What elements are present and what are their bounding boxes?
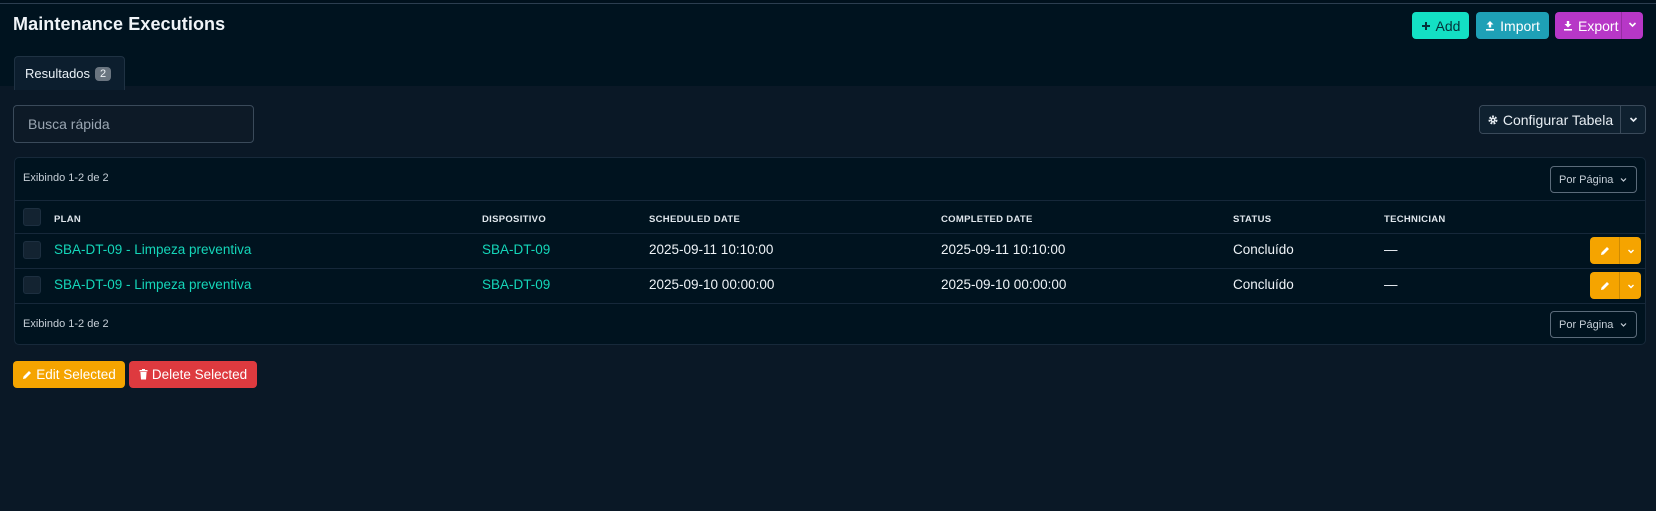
column-header-completed-date[interactable]: COMPLETED DATE <box>941 214 1033 225</box>
plan-link[interactable]: SBA-DT-09 - Limpeza preventiva <box>54 277 251 292</box>
pencil-icon <box>23 370 32 379</box>
divider <box>15 200 1645 201</box>
chevron-down-icon <box>1627 284 1634 288</box>
column-header-status[interactable]: STATUS <box>1233 214 1271 225</box>
chevron-down-icon <box>1620 323 1627 327</box>
edit-selected-button[interactable]: Edit Selected <box>13 361 125 388</box>
column-header-device[interactable]: DISPOSITIVO <box>482 214 546 225</box>
technician-text: — <box>1384 277 1398 292</box>
row-actions <box>1590 237 1641 264</box>
export-button-label: Export <box>1578 17 1619 34</box>
divider <box>15 268 1645 269</box>
per-page-select-top[interactable]: Por Página <box>1550 166 1637 193</box>
export-button[interactable]: Export <box>1555 12 1643 39</box>
pagination-info-bottom: Exibindo 1-2 de 2 <box>23 318 109 330</box>
row-actions-dropdown[interactable] <box>1620 247 1641 255</box>
status-text: Concluído <box>1233 277 1294 292</box>
result-count-badge: 2 <box>95 66 112 81</box>
search-input[interactable] <box>13 105 254 143</box>
delete-selected-label: Delete Selected <box>151 367 248 382</box>
completed-date: 2025-09-10 00:00:00 <box>941 277 1067 292</box>
column-header-technician[interactable]: TECHNICIAN <box>1384 214 1446 225</box>
upload-icon <box>1486 21 1495 31</box>
column-header-plan[interactable]: PLAN <box>54 214 81 225</box>
download-icon <box>1564 21 1572 31</box>
scheduled-date: 2025-09-11 10:10:00 <box>649 242 774 257</box>
pencil-icon <box>1600 246 1609 255</box>
delete-selected-button[interactable]: Delete Selected <box>129 361 257 388</box>
row-edit-button[interactable] <box>1590 281 1619 291</box>
divider <box>15 233 1645 234</box>
pagination-info-top: Exibindo 1-2 de 2 <box>23 172 109 184</box>
export-divider <box>1621 12 1622 39</box>
row-edit-button[interactable] <box>1590 246 1619 256</box>
chevron-down-icon <box>1629 117 1637 123</box>
per-page-label: Por Página <box>1559 318 1614 331</box>
status-text: Concluído <box>1233 242 1294 257</box>
add-button-label: Add <box>1435 17 1461 34</box>
row-actions-dropdown[interactable] <box>1620 282 1641 290</box>
plan-link[interactable]: SBA-DT-09 - Limpeza preventiva <box>54 242 251 257</box>
plus-icon <box>1421 21 1430 30</box>
add-button[interactable]: Add <box>1412 12 1469 39</box>
chevron-down-icon <box>1627 249 1634 253</box>
page-title: Maintenance Executions <box>13 14 226 34</box>
tab-label: Resultados <box>25 66 91 81</box>
device-link[interactable]: SBA-DT-09 <box>482 242 550 257</box>
chevron-down-icon <box>1620 178 1627 182</box>
gear-icon <box>1488 114 1498 125</box>
configure-table-label: Configurar Tabela <box>1502 111 1614 128</box>
technician-text: — <box>1384 242 1398 257</box>
edit-selected-label: Edit Selected <box>36 367 116 382</box>
import-button-label: Import <box>1500 17 1540 34</box>
device-link[interactable]: SBA-DT-09 <box>482 277 550 292</box>
select-all-checkbox[interactable] <box>23 208 41 226</box>
completed-date: 2025-09-11 10:10:00 <box>941 242 1066 257</box>
configure-table-dropdown[interactable] <box>1620 106 1645 133</box>
table-config-control: Configurar Tabela <box>1479 105 1646 134</box>
configure-table-button[interactable]: Configurar Tabela <box>1480 106 1620 133</box>
row-checkbox[interactable] <box>23 241 41 259</box>
per-page-select-bottom[interactable]: Por Página <box>1550 311 1637 338</box>
import-button[interactable]: Import <box>1476 12 1549 39</box>
row-actions <box>1590 272 1641 299</box>
scheduled-date: 2025-09-10 00:00:00 <box>649 277 775 292</box>
chevron-down-icon[interactable] <box>1628 20 1637 29</box>
results-table-panel: Exibindo 1-2 de 2 Por Página PLAN DISPOS… <box>14 157 1646 345</box>
tab-resultados[interactable]: Resultados 2 <box>14 56 125 90</box>
column-header-scheduled-date[interactable]: SCHEDULED DATE <box>649 214 740 225</box>
per-page-label: Por Página <box>1559 173 1614 186</box>
trash-icon <box>139 369 148 380</box>
divider <box>15 303 1645 304</box>
pencil-icon <box>1600 281 1609 290</box>
page-header: Maintenance Executions Add Import Export… <box>0 4 1656 90</box>
row-checkbox[interactable] <box>23 276 41 294</box>
